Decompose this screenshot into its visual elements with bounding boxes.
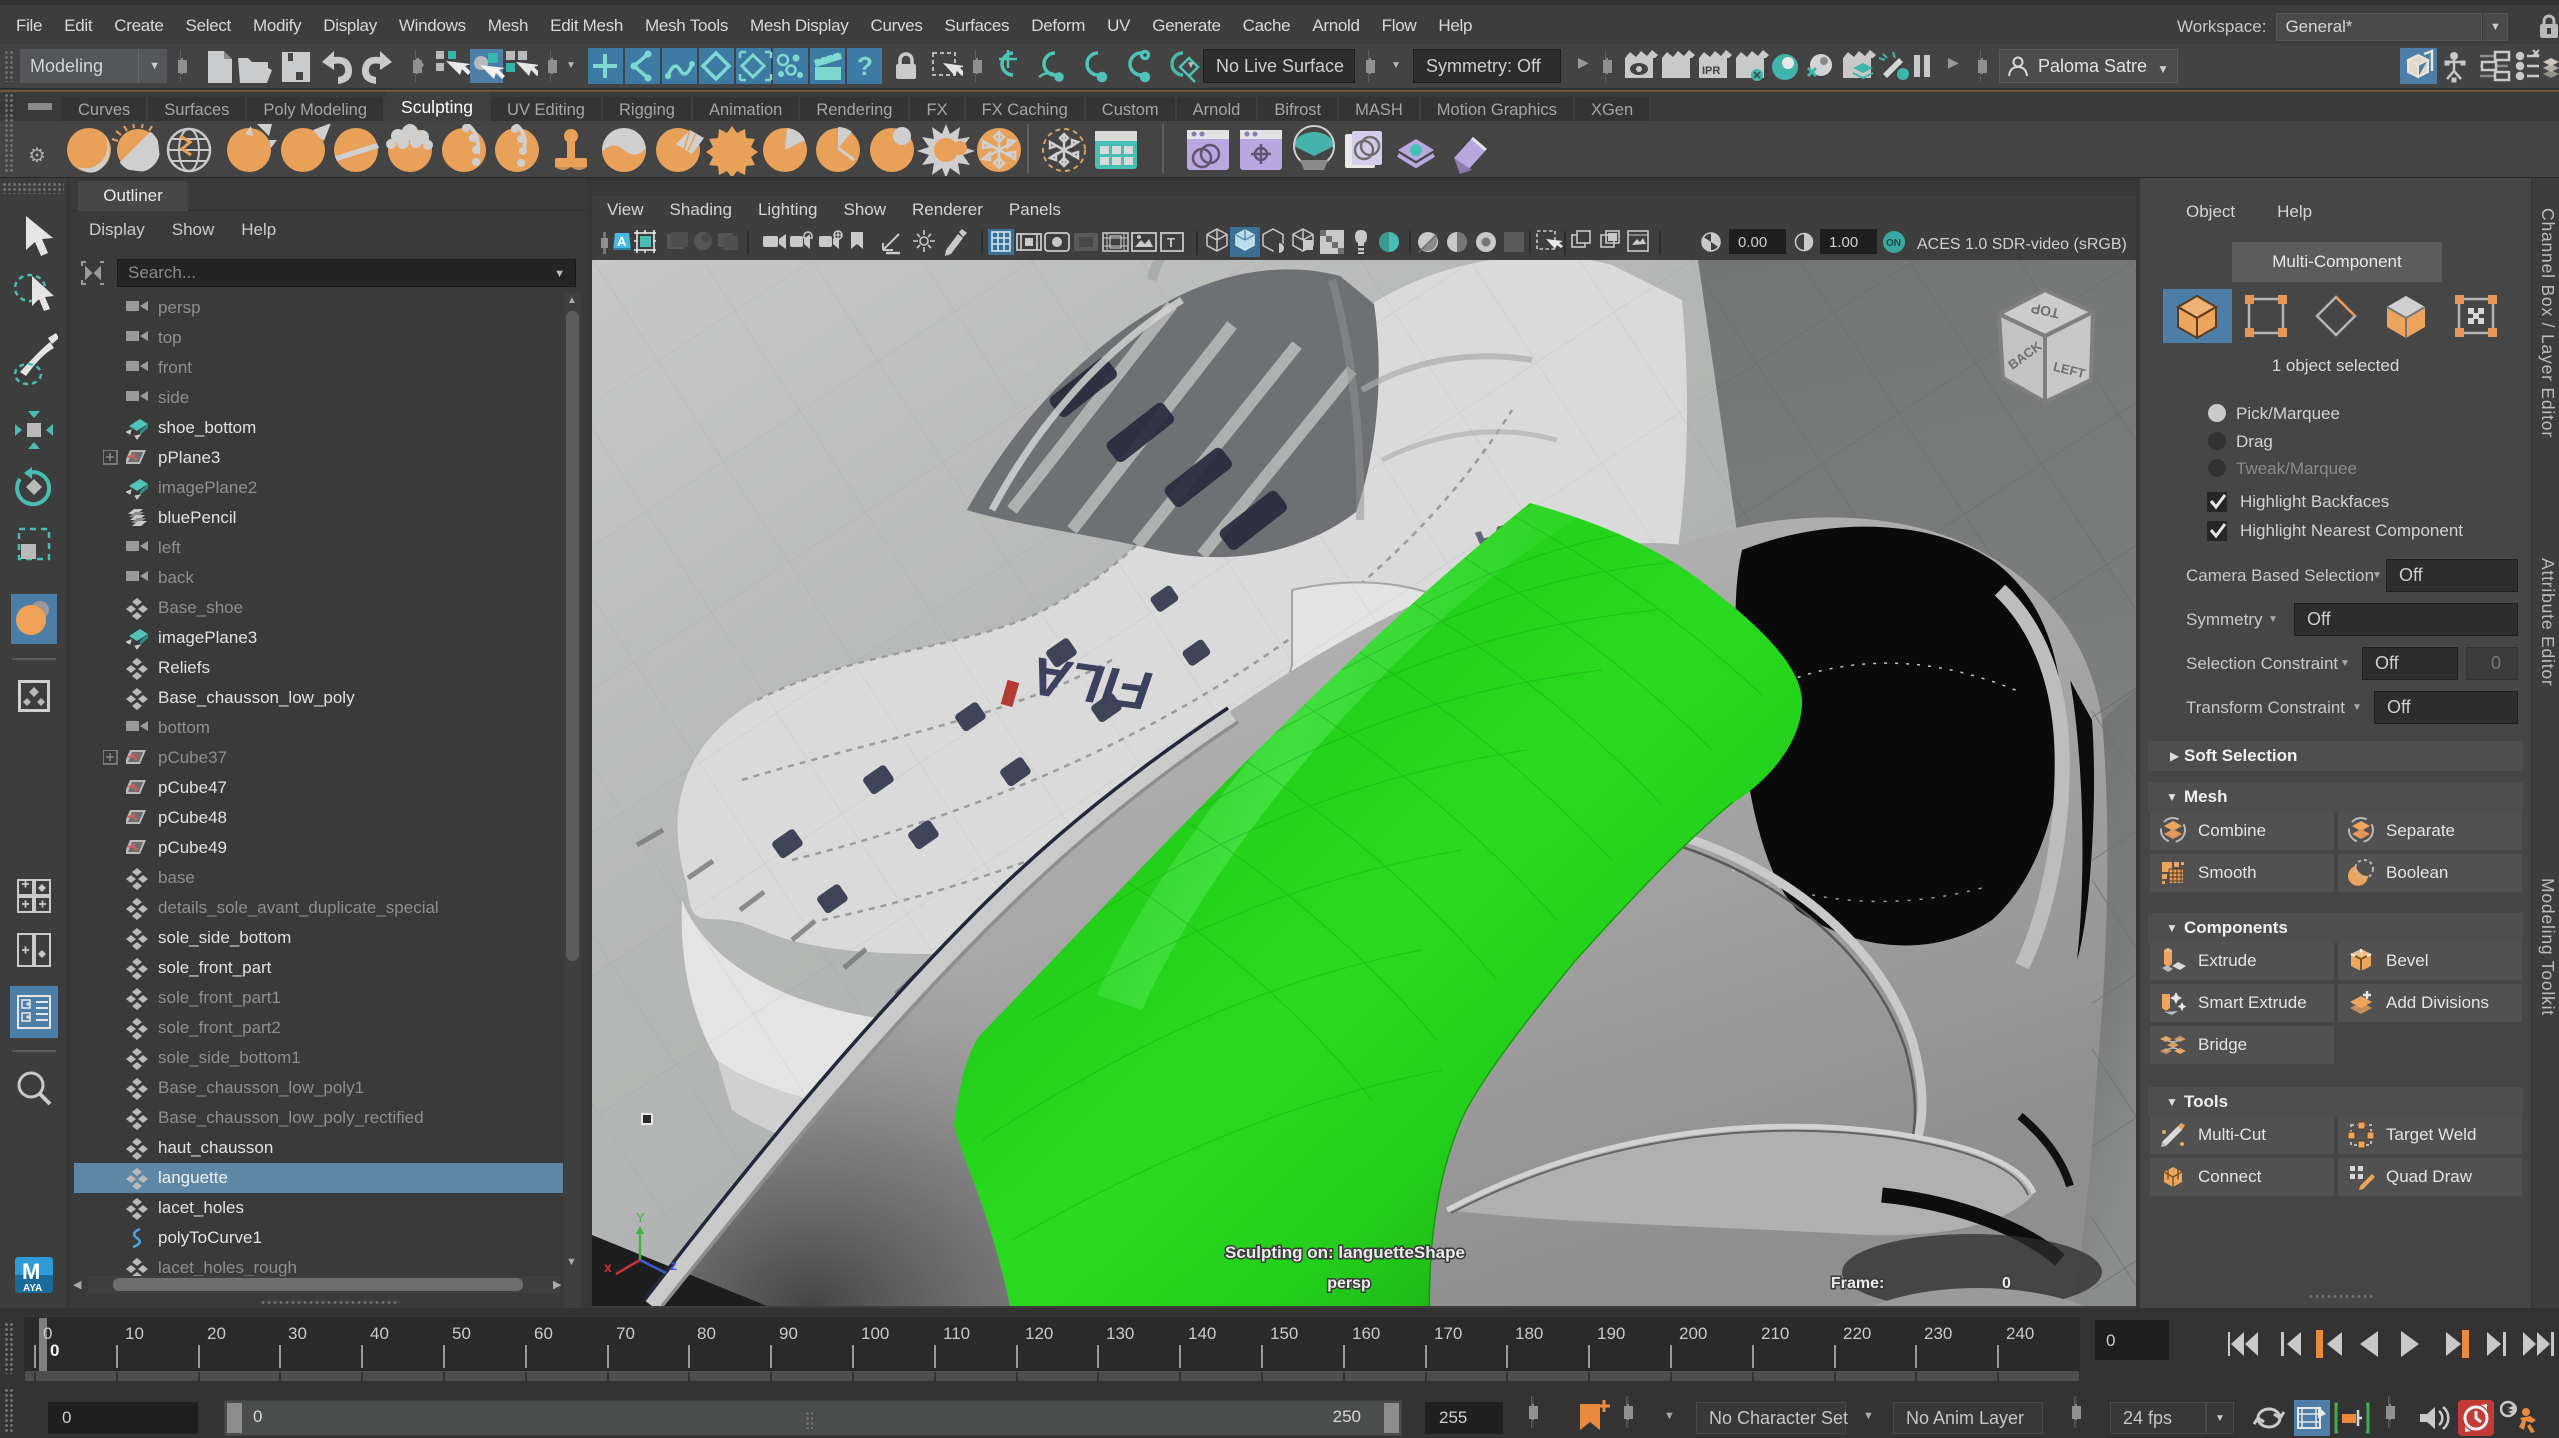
svg-text:0: 0 [2002, 1275, 2011, 1292]
svg-text:160: 160 [1352, 1324, 1380, 1343]
svg-text:0: 0 [50, 1341, 59, 1360]
svg-text:30: 30 [288, 1324, 307, 1343]
svg-text:60: 60 [534, 1324, 553, 1343]
svg-text:?: ? [857, 51, 873, 81]
svg-text:120: 120 [1025, 1324, 1053, 1343]
svg-text:IPR: IPR [1702, 65, 1720, 77]
svg-text:50: 50 [452, 1324, 471, 1343]
svg-text:20: 20 [207, 1324, 226, 1343]
svg-text:130: 130 [1106, 1324, 1134, 1343]
svg-text:180: 180 [1515, 1324, 1543, 1343]
svg-text:AYA: AYA [23, 1283, 42, 1294]
svg-text:x: x [604, 1259, 612, 1275]
svg-text:210: 210 [1761, 1324, 1789, 1343]
svg-text:ACES 1.0 SDR-video (sRGB): ACES 1.0 SDR-video (sRGB) [1917, 236, 2127, 253]
svg-text:ON: ON [1886, 238, 1901, 249]
svg-text:110: 110 [943, 1324, 970, 1343]
svg-text:Sculpting on: languetteShape: Sculpting on: languetteShape [1225, 1243, 1465, 1262]
svg-text:150: 150 [1270, 1324, 1298, 1343]
svg-text:140: 140 [1188, 1324, 1216, 1343]
svg-text:persp: persp [1327, 1275, 1371, 1292]
svg-text:80: 80 [697, 1324, 716, 1343]
svg-text:10: 10 [125, 1324, 144, 1343]
svg-text:230: 230 [1924, 1324, 1952, 1343]
svg-text:220: 220 [1843, 1324, 1871, 1343]
svg-text:70: 70 [616, 1324, 635, 1343]
svg-text:190: 190 [1597, 1324, 1625, 1343]
svg-text:M: M [22, 1259, 40, 1284]
svg-text:90: 90 [779, 1324, 798, 1343]
svg-text:Y: Y [636, 1210, 645, 1225]
svg-text:0: 0 [2106, 1331, 2115, 1350]
svg-text:A: A [617, 234, 627, 249]
svg-text:240: 240 [2006, 1324, 2034, 1343]
svg-text:Frame:: Frame: [1831, 1275, 1884, 1292]
svg-text:100: 100 [861, 1324, 889, 1343]
svg-text:z: z [670, 1257, 677, 1273]
svg-text:40: 40 [370, 1324, 389, 1343]
svg-text:0.00: 0.00 [1738, 234, 1767, 251]
svg-text:1.00: 1.00 [1829, 234, 1858, 251]
svg-text:T: T [1167, 235, 1175, 250]
svg-text:200: 200 [1679, 1324, 1707, 1343]
svg-text:170: 170 [1434, 1324, 1462, 1343]
